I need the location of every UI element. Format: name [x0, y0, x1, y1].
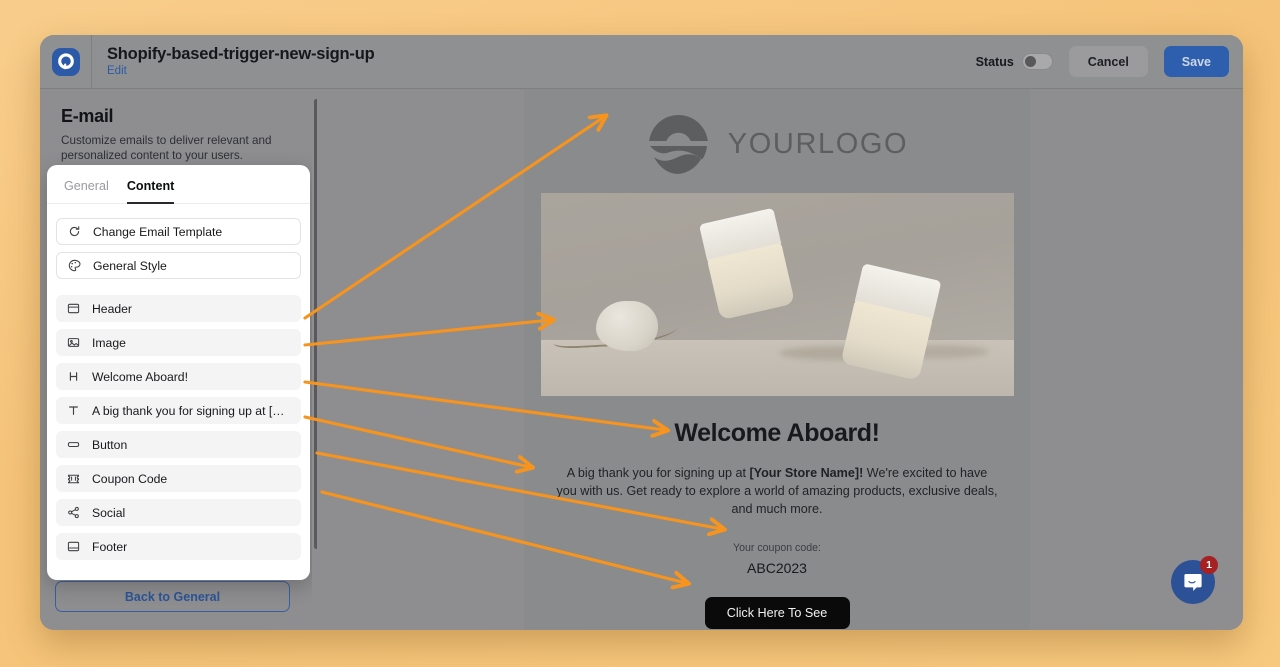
email-canvas: YOURLOGO Welcome Aboard! A big thank you… — [317, 89, 1243, 630]
email-header-block[interactable]: YOURLOGO — [646, 111, 908, 177]
list-item-coupon-code[interactable]: Coupon Code — [56, 465, 301, 492]
workflow-title-group: Shopify-based-trigger-new-sign-up Edit — [92, 45, 976, 79]
cancel-button[interactable]: Cancel — [1068, 46, 1148, 77]
page-title: Shopify-based-trigger-new-sign-up — [107, 44, 375, 63]
circle-wave-logo-icon — [646, 112, 711, 177]
editor-modal: Shopify-based-trigger-new-sign-up Edit S… — [40, 35, 1243, 630]
email-sheet: YOURLOGO Welcome Aboard! A big thank you… — [524, 89, 1030, 630]
list-item-image[interactable]: Image — [56, 329, 301, 356]
list-item-label: Image — [92, 335, 126, 350]
email-logo-text: YOURLOGO — [727, 127, 909, 160]
content-popover: General Content Change Email Template Ge… — [47, 165, 310, 580]
list-item-label: Button — [92, 437, 128, 452]
list-item-label: Welcome Aboard! — [92, 369, 188, 384]
status-group: Status — [976, 53, 1053, 70]
save-button[interactable]: Save — [1163, 46, 1229, 77]
heading-h-icon — [66, 369, 81, 384]
chat-unread-badge: 1 — [1200, 556, 1218, 574]
edit-title-link[interactable]: Edit — [107, 64, 976, 79]
header-layout-icon — [66, 301, 81, 316]
list-item-social[interactable]: Social — [56, 499, 301, 526]
list-item-label: A big thank you for signing up at [Your … — [92, 403, 291, 418]
button-icon — [66, 437, 81, 452]
list-item-label: General Style — [93, 258, 167, 273]
image-icon — [66, 335, 81, 350]
popover-tabs: General Content — [47, 165, 310, 204]
status-label: Status — [975, 54, 1014, 69]
tab-general[interactable]: General — [64, 179, 109, 204]
list-item-button[interactable]: Button — [56, 431, 301, 458]
header-actions: Status Cancel Save — [976, 46, 1243, 77]
list-item-label: Social — [92, 505, 126, 520]
ticket-icon — [66, 471, 81, 486]
email-cta-button[interactable]: Click Here To See — [704, 597, 850, 629]
palette-icon — [67, 258, 82, 273]
coupon-label: Your coupon code: — [733, 542, 821, 554]
chat-bubble-icon — [1184, 574, 1202, 591]
list-item-label: Change Email Template — [93, 224, 223, 239]
list-separator — [56, 286, 301, 295]
share-icon — [66, 505, 81, 520]
list-item-header[interactable]: Header — [56, 295, 301, 322]
list-item-label: Footer — [92, 539, 128, 554]
status-toggle[interactable] — [1021, 53, 1053, 70]
list-item-heading[interactable]: Welcome Aboard! — [56, 363, 301, 390]
body-text-store-name: [Your Store Name]! — [749, 466, 864, 480]
toggle-knob — [1024, 56, 1036, 67]
content-block-list: Change Email Template General Style Head… — [47, 204, 310, 580]
email-body-text[interactable]: A big thank you for signing up at [Your … — [556, 464, 999, 518]
list-item-text[interactable]: A big thank you for signing up at [Your … — [56, 397, 301, 424]
list-item-label: Coupon Code — [92, 471, 168, 486]
list-item-general-style[interactable]: General Style — [56, 252, 301, 279]
list-item-label: Header — [92, 301, 132, 316]
text-t-icon — [66, 403, 81, 418]
coupon-code-value[interactable]: ABC2023 — [747, 560, 807, 576]
email-hero-image[interactable] — [540, 193, 1014, 396]
panel-heading-group: E-mail Customize emails to deliver relev… — [40, 89, 316, 163]
tab-content[interactable]: Content — [126, 179, 175, 204]
hero-stone — [595, 301, 658, 351]
app-background: Shopify-based-trigger-new-sign-up Edit S… — [0, 0, 1280, 667]
refresh-icon — [67, 224, 82, 239]
app-logo-icon — [51, 47, 80, 76]
back-to-general-button[interactable]: Back to General — [55, 581, 290, 612]
list-item-footer[interactable]: Footer — [56, 533, 301, 560]
panel-description: Customize emails to deliver relevant and… — [61, 134, 272, 162]
brand-cell — [40, 35, 92, 89]
email-headline[interactable]: Welcome Aboard! — [674, 419, 880, 448]
modal-header: Shopify-based-trigger-new-sign-up Edit S… — [40, 35, 1243, 89]
panel-title: E-mail — [61, 106, 114, 126]
body-text-part: A big thank you for signing up at — [566, 466, 750, 480]
list-item-change-email-template[interactable]: Change Email Template — [56, 218, 301, 245]
hero-jar — [698, 207, 795, 321]
chat-launcher-button[interactable]: 1 — [1171, 556, 1218, 604]
footer-layout-icon — [66, 539, 81, 554]
